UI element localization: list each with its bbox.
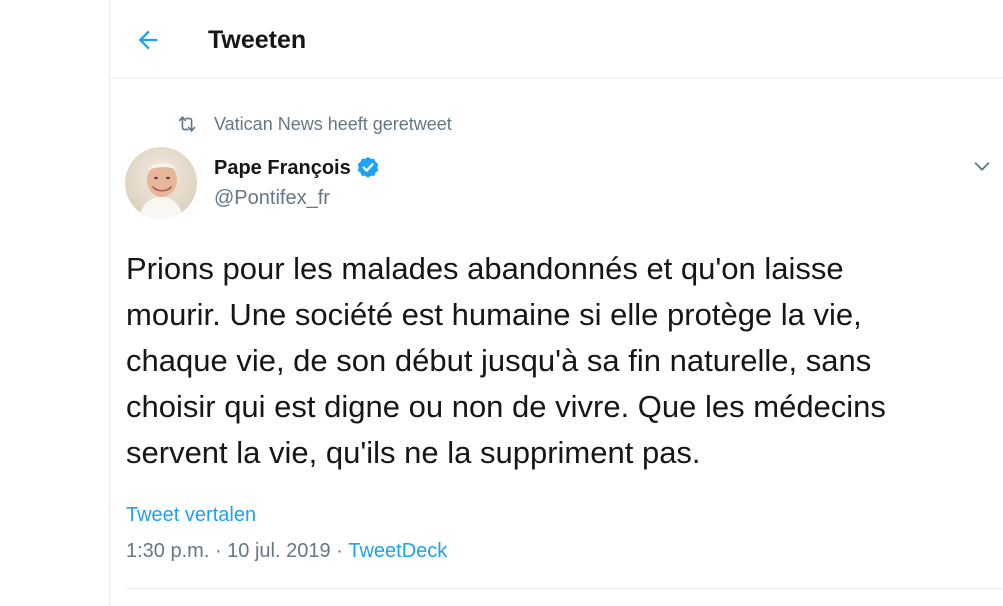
column-divider	[109, 0, 110, 606]
retweet-context[interactable]: Vatican News heeft geretweet	[176, 112, 452, 136]
tweet-detail-page: Tweeten Vatican News heeft geretweet Pap…	[0, 0, 1003, 606]
meta-separator-2: ·	[330, 540, 349, 562]
page-header: Tweeten	[110, 0, 1003, 79]
author-handle[interactable]: @Pontifex_fr	[214, 185, 330, 211]
retweet-label: Vatican News heeft geretweet	[214, 114, 452, 134]
avatar[interactable]	[125, 147, 197, 219]
tweet-divider	[126, 588, 1003, 589]
meta-separator: ·	[209, 540, 228, 562]
tweet-date[interactable]: 10 jul. 2019	[227, 538, 330, 564]
translate-tweet-link[interactable]: Tweet vertalen	[126, 502, 256, 528]
chevron-down-icon	[974, 162, 990, 171]
tweet-meta: 1:30 p.m. · 10 jul. 2019 · TweetDeck	[126, 538, 447, 564]
page-title: Tweeten	[208, 26, 307, 54]
arrow-left-icon	[138, 30, 158, 50]
author-name-row: Pape François	[214, 155, 381, 181]
tweet-time[interactable]: 1:30 p.m.	[126, 538, 209, 564]
tweet-source-link[interactable]: TweetDeck	[348, 538, 447, 564]
tweet-text: Prions pour les malades abandonnés et qu…	[126, 251, 886, 470]
retweet-icon	[176, 113, 198, 135]
author-name[interactable]: Pape François	[214, 155, 351, 181]
verified-badge-icon	[355, 155, 381, 181]
more-options-button[interactable]	[968, 152, 996, 180]
back-button[interactable]	[130, 22, 166, 58]
